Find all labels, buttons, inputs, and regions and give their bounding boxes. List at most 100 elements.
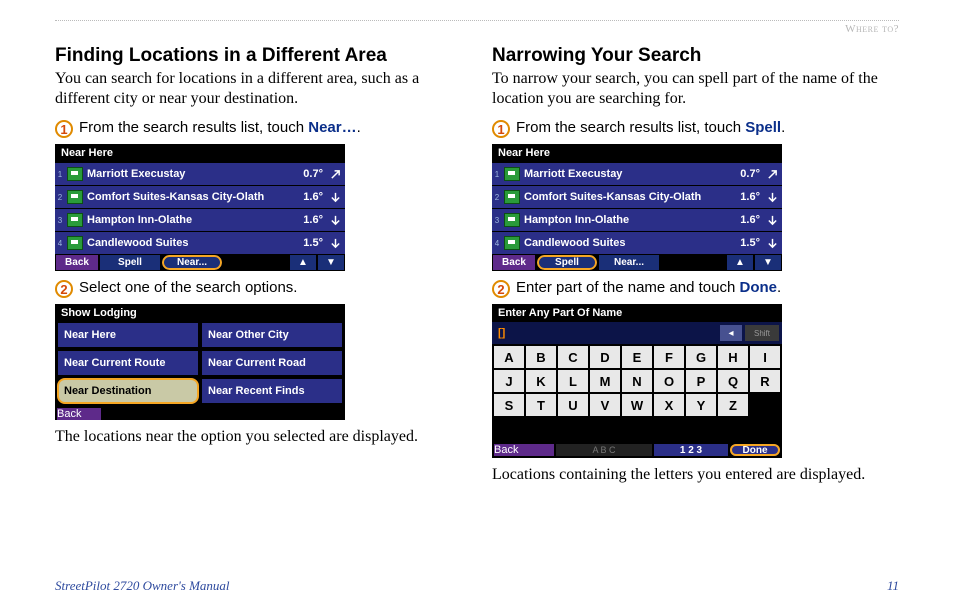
keyboard-key[interactable]: V (590, 394, 620, 416)
keyboard-abc-button[interactable]: A B C (556, 444, 652, 456)
result-distance: 1.5° (740, 237, 762, 249)
result-name: Comfort Suites-Kansas City-Olath (524, 191, 736, 203)
lodging-option[interactable]: Near Destination (57, 378, 199, 404)
keyboard-done-button[interactable]: Done (730, 444, 780, 456)
lodging-title: Show Lodging (55, 304, 345, 322)
keyboard-key[interactable]: L (558, 370, 588, 392)
right-step-2: Enter part of the name and touch Done. (516, 279, 781, 296)
lodging-option[interactable]: Near Here (57, 322, 199, 348)
lodging-icon (67, 167, 83, 181)
direction-icon (329, 214, 341, 226)
result-row[interactable]: 4Candlewood Suites1.5° (55, 231, 345, 254)
keyboard-key[interactable]: F (654, 346, 684, 368)
keyboard-key[interactable]: J (494, 370, 524, 392)
keyboard-key[interactable]: Y (686, 394, 716, 416)
result-distance: 1.6° (303, 214, 325, 226)
back-button[interactable]: Back (55, 254, 99, 271)
keyboard-key[interactable]: Z (718, 394, 748, 416)
direction-icon (766, 214, 778, 226)
near-button[interactable]: Near... (161, 254, 223, 271)
keyboard-key-blank (494, 418, 524, 440)
result-distance: 1.6° (303, 191, 325, 203)
keyboard-back-button[interactable]: Back (494, 444, 554, 456)
keyboard-key[interactable]: S (494, 394, 524, 416)
backspace-button[interactable]: ◂ (720, 325, 742, 341)
result-index: 2 (494, 193, 500, 202)
direction-icon (329, 168, 341, 180)
keyboard-title: Enter Any Part Of Name (492, 304, 782, 322)
keyboard-key[interactable]: U (558, 394, 588, 416)
lodging-icon (67, 236, 83, 250)
result-row[interactable]: 4Candlewood Suites1.5° (492, 231, 782, 254)
result-row[interactable]: 1Marriott Execustay0.7° (492, 162, 782, 185)
result-distance: 0.7° (303, 168, 325, 180)
spell-button[interactable]: Spell (99, 254, 161, 271)
lodging-option[interactable]: Near Recent Finds (201, 378, 343, 404)
result-row[interactable]: 3Hampton Inn-Olathe1.6° (492, 208, 782, 231)
back-button[interactable]: Back (492, 254, 536, 271)
keyboard-key[interactable]: R (750, 370, 780, 392)
direction-icon (329, 191, 341, 203)
keyboard-key[interactable]: W (622, 394, 652, 416)
keyboard-key[interactable]: P (686, 370, 716, 392)
right-after: Locations containing the letters you ent… (492, 466, 899, 484)
result-row[interactable]: 3Hampton Inn-Olathe1.6° (55, 208, 345, 231)
result-index: 1 (494, 170, 500, 179)
direction-icon (766, 168, 778, 180)
keyboard-key[interactable]: A (494, 346, 524, 368)
keyboard-key[interactable]: N (622, 370, 652, 392)
up-button[interactable]: ▲ (289, 254, 317, 271)
keyboard-key[interactable]: T (526, 394, 556, 416)
keyboard-key[interactable]: E (622, 346, 652, 368)
right-step-1: From the search results list, touch Spel… (516, 119, 785, 136)
keyboard-key[interactable]: M (590, 370, 620, 392)
keyboard-key[interactable]: H (718, 346, 748, 368)
keyboard-key[interactable]: I (750, 346, 780, 368)
keyboard-key[interactable]: K (526, 370, 556, 392)
keyboard-123-button[interactable]: 1 2 3 (654, 444, 728, 456)
lodging-icon (67, 213, 83, 227)
step-number-1-icon: 1 (55, 120, 73, 138)
result-name: Marriott Execustay (524, 168, 736, 180)
result-index: 1 (57, 170, 63, 179)
right-intro: To narrow your search, you can spell par… (492, 69, 899, 109)
result-row[interactable]: 2Comfort Suites-Kansas City-Olath1.6° (492, 185, 782, 208)
result-row[interactable]: 2Comfort Suites-Kansas City-Olath1.6° (55, 185, 345, 208)
lodging-option[interactable]: Near Current Road (201, 350, 343, 376)
lodging-icon (504, 167, 520, 181)
shift-button[interactable]: Shift (745, 325, 779, 341)
keyboard-key[interactable]: G (686, 346, 716, 368)
near-button[interactable]: Near... (598, 254, 660, 271)
result-name: Candlewood Suites (87, 237, 299, 249)
keyboard-input[interactable]: [] (495, 325, 717, 341)
result-distance: 1.5° (303, 237, 325, 249)
lodging-option[interactable]: Near Current Route (57, 350, 199, 376)
lodging-icon (504, 213, 520, 227)
results-screenshot-right: Near Here 1Marriott Execustay0.7°2Comfor… (492, 144, 782, 271)
left-step-1: From the search results list, touch Near… (79, 119, 361, 136)
up-button[interactable]: ▲ (726, 254, 754, 271)
keyboard-key[interactable]: B (526, 346, 556, 368)
result-row[interactable]: 1Marriott Execustay0.7° (55, 162, 345, 185)
lodging-option[interactable]: Near Other City (201, 322, 343, 348)
keyboard-key[interactable]: X (654, 394, 684, 416)
keyboard-key[interactable]: C (558, 346, 588, 368)
left-heading: Finding Locations in a Different Area (55, 45, 462, 67)
keyboard-key[interactable]: O (654, 370, 684, 392)
lodging-icon (504, 190, 520, 204)
keyboard-key[interactable]: D (590, 346, 620, 368)
result-index: 3 (494, 216, 500, 225)
result-name: Hampton Inn-Olathe (87, 214, 299, 226)
result-name: Candlewood Suites (524, 237, 736, 249)
step-number-1-icon: 1 (492, 120, 510, 138)
down-button[interactable]: ▼ (754, 254, 782, 271)
results-title: Near Here (492, 144, 782, 162)
spell-button[interactable]: Spell (536, 254, 598, 271)
result-index: 2 (57, 193, 63, 202)
results-title: Near Here (55, 144, 345, 162)
keyboard-key-blank (750, 394, 780, 416)
keyboard-key[interactable]: Q (718, 370, 748, 392)
direction-icon (766, 191, 778, 203)
lodging-back-button[interactable]: Back (57, 408, 101, 420)
down-button[interactable]: ▼ (317, 254, 345, 271)
